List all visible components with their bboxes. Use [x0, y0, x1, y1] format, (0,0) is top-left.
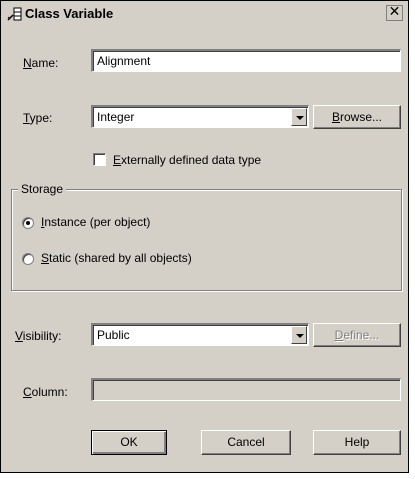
visibility-value: Public — [97, 328, 130, 342]
browse-button[interactable]: Browse... — [313, 105, 401, 129]
name-field[interactable]: Alignment — [91, 49, 401, 72]
title-bar: Class Variable ✕ — [2, 2, 407, 26]
static-label: Static (shared by all objects) — [41, 251, 192, 265]
ok-button[interactable]: OK — [91, 430, 167, 455]
window-title: Class Variable — [25, 6, 114, 21]
externally-defined-checkbox[interactable] — [93, 153, 106, 166]
define-button[interactable]: Define... — [313, 323, 401, 347]
storage-group-title: Storage — [18, 182, 67, 196]
class-variable-icon — [7, 7, 22, 21]
background-strip — [409, 0, 415, 479]
radio-selected-dot — [26, 221, 30, 225]
chevron-down-icon[interactable] — [291, 108, 307, 126]
visibility-label: Visibility: — [15, 329, 62, 343]
column-label: Column: — [23, 385, 68, 399]
class-variable-dialog: Class Variable ✕ Name: Alignment Type: I… — [0, 0, 409, 473]
chevron-down-icon[interactable] — [291, 326, 307, 344]
column-field[interactable] — [91, 378, 401, 401]
static-radio[interactable] — [22, 253, 34, 265]
type-combobox[interactable]: Integer — [91, 105, 309, 128]
instance-radio[interactable] — [22, 217, 34, 229]
help-button[interactable]: Help — [313, 430, 401, 455]
visibility-combobox[interactable]: Public — [91, 323, 309, 346]
externally-defined-label: Externally defined data type — [113, 153, 262, 167]
name-value: Alignment — [97, 54, 151, 68]
storage-group — [11, 189, 402, 291]
close-button[interactable]: ✕ — [386, 5, 403, 21]
type-value: Integer — [97, 110, 135, 124]
instance-label: Instance (per object) — [41, 215, 151, 229]
type-label: Type: — [23, 111, 53, 125]
close-icon: ✕ — [388, 4, 401, 20]
cancel-button[interactable]: Cancel — [201, 430, 291, 455]
name-label: Name: — [23, 56, 59, 70]
